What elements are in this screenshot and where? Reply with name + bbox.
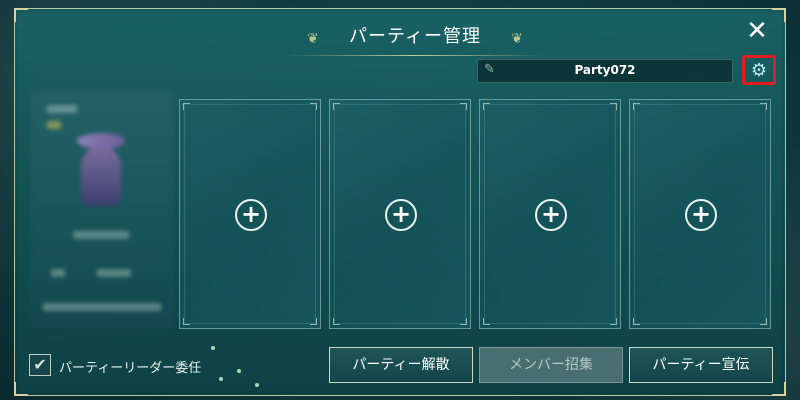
close-button[interactable]: ✕ — [743, 17, 771, 45]
slot-corner — [460, 318, 467, 325]
frame-corner — [772, 8, 786, 22]
add-member-plus-icon[interactable]: + — [535, 199, 567, 231]
title-divider — [285, 55, 545, 56]
frame-corner — [14, 8, 28, 22]
slot-corner — [310, 318, 317, 325]
sparkle-effect — [255, 383, 259, 387]
empty-member-slot-2[interactable]: + — [329, 99, 471, 329]
slot-corner — [183, 103, 190, 110]
leader-delegate-label: パーティーリーダー委任 — [59, 361, 202, 376]
blurred-text — [73, 231, 129, 239]
add-member-plus-icon[interactable]: + — [385, 199, 417, 231]
slot-corner — [183, 318, 190, 325]
character-avatar — [81, 146, 121, 206]
empty-member-slot-3[interactable]: + — [479, 99, 621, 329]
recruit-members-button[interactable]: メンバー招集 — [479, 347, 623, 383]
party-settings-button[interactable]: ⚙ — [742, 55, 776, 85]
slot-corner — [610, 103, 617, 110]
slot-corner — [760, 318, 767, 325]
slot-corner — [483, 318, 490, 325]
sparkle-effect — [211, 346, 215, 350]
blurred-text — [97, 269, 131, 277]
frame-corner — [14, 382, 28, 396]
slot-corner — [483, 103, 490, 110]
slot-corner — [633, 103, 640, 110]
leader-member-card[interactable] — [31, 91, 173, 329]
advertise-party-button[interactable]: パーティー宣伝 — [629, 347, 773, 383]
slot-corner — [760, 103, 767, 110]
slot-corner — [333, 318, 340, 325]
blurred-icon — [51, 269, 65, 277]
party-name-text: Party072 — [574, 63, 636, 77]
ornament-right-icon: ❦ — [511, 31, 523, 47]
checkmark-icon: ✔ — [33, 355, 47, 374]
add-member-plus-icon[interactable]: + — [235, 199, 267, 231]
leader-delegate-checkbox[interactable]: ✔ — [29, 354, 51, 376]
empty-member-slot-4[interactable]: + — [629, 99, 771, 329]
party-name-field[interactable]: ✎ Party072 — [477, 59, 733, 83]
blurred-text — [43, 303, 161, 311]
empty-member-slot-1[interactable]: + — [179, 99, 321, 329]
add-member-plus-icon[interactable]: + — [685, 199, 717, 231]
sparkle-effect — [237, 369, 241, 373]
title-bar: ❦ パーティー管理 ❦ — [285, 17, 545, 57]
frame-corner — [772, 382, 786, 396]
gear-icon: ⚙ — [750, 59, 768, 81]
slot-corner — [610, 318, 617, 325]
disband-party-button[interactable]: パーティー解散 — [329, 347, 473, 383]
slot-corner — [310, 103, 317, 110]
blurred-badge — [47, 121, 61, 129]
slot-corner — [333, 103, 340, 110]
sparkle-effect — [219, 377, 223, 381]
dialog-title: パーティー管理 — [349, 26, 481, 47]
blurred-text — [47, 105, 77, 113]
party-management-dialog: ❦ パーティー管理 ❦ ✕ ✎ Party072 ⚙ + + + + ✔ パーテ… — [14, 8, 786, 396]
slot-corner — [633, 318, 640, 325]
ornament-left-icon: ❦ — [307, 31, 319, 47]
slot-corner — [460, 103, 467, 110]
